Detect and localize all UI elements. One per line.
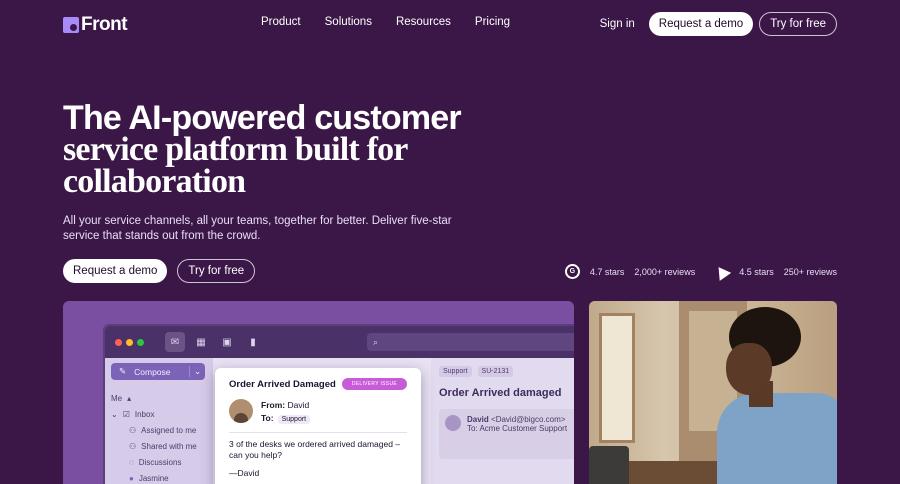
brand-name: Front bbox=[81, 14, 128, 35]
compose-icon: ✎ bbox=[119, 366, 127, 376]
sidebar-item-jasmine: ● Jasmine bbox=[129, 473, 169, 483]
popup-to: Support bbox=[277, 415, 311, 424]
chevron-down-icon: ⌄ bbox=[189, 366, 205, 377]
tag-support: Support bbox=[439, 366, 472, 377]
rating-reviews: 2,000+ reviews bbox=[634, 266, 696, 277]
hero-title: The AI-powered customer service platform… bbox=[63, 99, 503, 200]
avatar bbox=[229, 399, 253, 423]
hero-request-demo-button[interactable]: Request a demo bbox=[63, 259, 168, 283]
conversation-message: David <David@bigco.com> To: Acme Custome… bbox=[439, 409, 574, 459]
popup-from: David bbox=[287, 400, 310, 410]
assigned-icon: ⚇ bbox=[129, 425, 137, 435]
app-sidebar: ✎ Compose ⌄ Me ▴ ⌄ ☑ Inbox ⚇ Assigned to me … bbox=[105, 358, 213, 484]
product-preview: ✉ ▦ ▣ ▮ ⌕ ✎ Compose ⌄ Me ▴ ⌄ ☑ Inbox ⚇ Assig… bbox=[63, 301, 574, 484]
sign-in-link[interactable]: Sign in bbox=[600, 18, 635, 30]
sidebar-section-me: Me ▴ bbox=[111, 393, 132, 403]
front-logo[interactable]: Front bbox=[63, 14, 128, 36]
nav-try-free-button[interactable]: Try for free bbox=[759, 12, 837, 36]
divider bbox=[229, 432, 407, 433]
conversation-title: Order Arrived damaged bbox=[439, 387, 562, 399]
nav-link-pricing[interactable]: Pricing bbox=[475, 16, 510, 28]
sender-name: David bbox=[467, 415, 489, 424]
hero-title-line-1: The AI-powered customer bbox=[63, 99, 462, 137]
app-search-icon: ⌕ bbox=[367, 333, 574, 351]
sidebar-item-discussions: ◌ Discussions bbox=[129, 457, 182, 467]
rating-stars: 4.5 stars bbox=[739, 266, 774, 277]
nav-request-demo-button[interactable]: Request a demo bbox=[648, 12, 754, 36]
message-recipient: To: Acme Customer Support bbox=[467, 424, 568, 433]
sidebar-item-assigned: ⚇ Assigned to me bbox=[129, 425, 197, 435]
close-dot-icon bbox=[115, 339, 122, 346]
app-toolbar: ✉ ▦ ▣ ▮ bbox=[165, 332, 263, 352]
rating-stars: 4.7 stars bbox=[589, 266, 625, 277]
top-nav: Front Product Solutions Resources Pricin… bbox=[0, 0, 900, 48]
rating-g2: G 4.7 stars 2,000+ reviews bbox=[564, 264, 696, 279]
discussions-icon: ◌ bbox=[129, 457, 134, 467]
nav-link-product[interactable]: Product bbox=[261, 16, 301, 28]
status-badge: DELIVERY ISSUE bbox=[341, 378, 407, 390]
popup-title: Order Arrived Damaged bbox=[229, 378, 336, 390]
sidebar-list: Me ▴ ⌄ ☑ Inbox ⚇ Assigned to me ⚇ Shared with… bbox=[111, 390, 197, 484]
contacts-icon: ▣ bbox=[222, 336, 232, 348]
nav-actions: Sign in Request a demo Try for free bbox=[600, 12, 837, 36]
sender-email: <David@bigco.com> bbox=[491, 415, 566, 424]
compose-label: Compose bbox=[134, 366, 171, 377]
hero-title-line-2: service platform built for bbox=[63, 131, 408, 168]
minimize-dot-icon bbox=[126, 339, 133, 346]
rating-reviews: 250+ reviews bbox=[783, 266, 837, 277]
nav-link-resources[interactable]: Resources bbox=[396, 16, 451, 28]
hero-photo bbox=[589, 301, 837, 484]
hero-actions: Request a demo Try for free bbox=[63, 259, 256, 283]
shared-icon: ⚇ bbox=[129, 441, 137, 451]
g2-icon: G bbox=[564, 264, 580, 279]
rating-capterra: 4.5 stars 250+ reviews bbox=[713, 262, 837, 281]
conversation-panel: Support SU-2131 Order Arrived damaged Da… bbox=[431, 358, 574, 484]
ratings: G 4.7 stars 2,000+ reviews 4.5 stars 250… bbox=[564, 262, 837, 281]
hero-try-free-button[interactable]: Try for free bbox=[177, 259, 256, 283]
nav-links: Product Solutions Resources Pricing bbox=[261, 16, 510, 28]
hero-subtitle: All your service channels, all your team… bbox=[63, 215, 452, 242]
tag-ticket-id: SU-2131 bbox=[477, 366, 514, 377]
window-controls bbox=[115, 339, 144, 346]
avatar bbox=[445, 415, 461, 431]
capterra-icon bbox=[713, 262, 732, 281]
sidebar-item-inbox: ⌄ ☑ Inbox bbox=[111, 409, 155, 419]
maximize-dot-icon bbox=[137, 339, 144, 346]
app-titlebar: ✉ ▦ ▣ ▮ ⌕ bbox=[105, 326, 574, 358]
message-popup: Order Arrived Damaged DELIVERY ISSUE Fro… bbox=[215, 368, 421, 484]
conversation-tags: Support SU-2131 bbox=[439, 366, 574, 377]
compose-button: ✎ Compose ⌄ bbox=[111, 363, 205, 380]
logo-mark-icon bbox=[63, 17, 79, 33]
popup-body: 3 of the desks we ordered arrived damage… bbox=[229, 439, 401, 460]
inbox-icon: ✉ bbox=[165, 332, 185, 352]
inbox-icon: ☑ bbox=[122, 409, 130, 419]
sidebar-item-shared: ⚇ Shared with me bbox=[129, 441, 197, 451]
chevron-up-icon: ▴ bbox=[127, 393, 132, 403]
hero-title-line-3: collaboration bbox=[63, 163, 246, 200]
analytics-icon: ▮ bbox=[250, 336, 256, 348]
status-dot-icon: ● bbox=[129, 473, 134, 483]
popup-signature: —David bbox=[229, 468, 260, 478]
nav-link-solutions[interactable]: Solutions bbox=[325, 16, 372, 28]
calendar-icon: ▦ bbox=[196, 336, 206, 348]
chevron-down-icon: ⌄ bbox=[111, 409, 118, 419]
